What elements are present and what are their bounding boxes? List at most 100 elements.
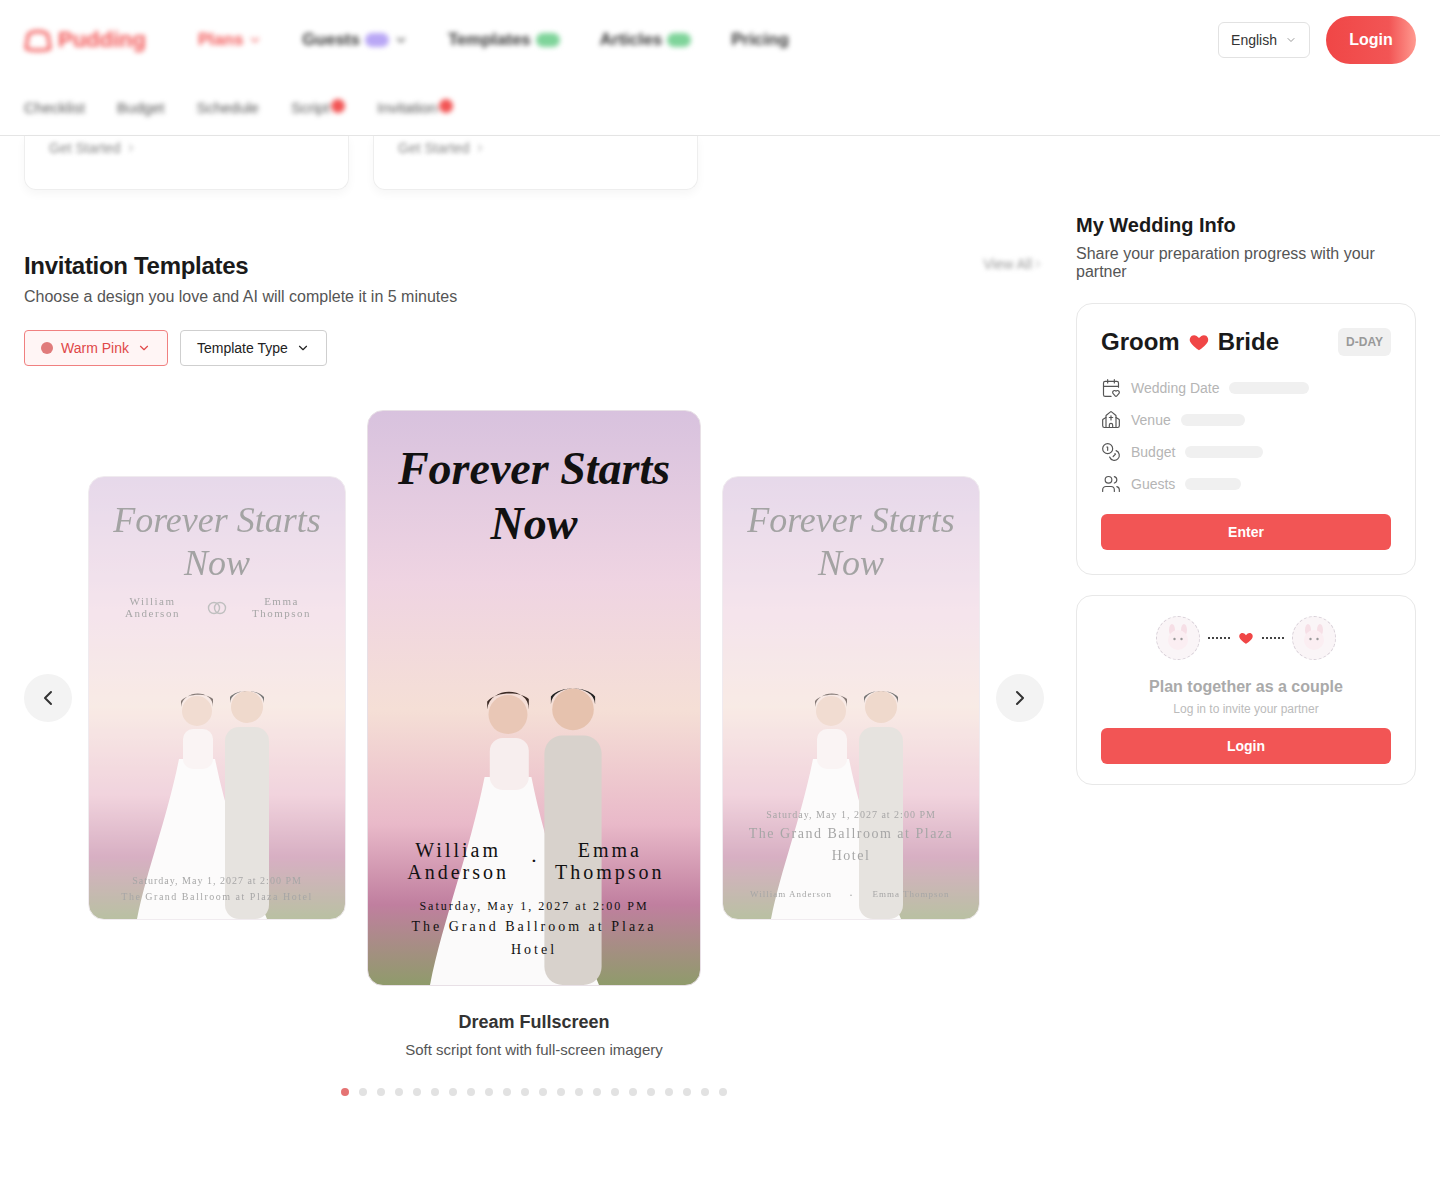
bride-name: Emma Thompson <box>238 595 325 619</box>
carousel-dot[interactable] <box>521 1088 529 1096</box>
chevron-right-icon <box>1008 686 1032 710</box>
couple-photo-figure-icon <box>751 649 951 919</box>
carousel-dot[interactable] <box>395 1088 403 1096</box>
carousel-dot[interactable] <box>683 1088 691 1096</box>
feature-card[interactable]: Get Started <box>373 136 698 190</box>
carousel-dot[interactable] <box>593 1088 601 1096</box>
carousel-dot[interactable] <box>341 1088 349 1096</box>
get-started-link[interactable]: Get Started <box>49 140 324 156</box>
carousel-dot[interactable] <box>575 1088 583 1096</box>
enter-button[interactable]: Enter <box>1101 514 1391 550</box>
template-title: Forever Starts Now <box>109 499 325 585</box>
sub-nav-item[interactable]: Checklist <box>24 99 85 116</box>
login-button[interactable]: Login <box>1326 16 1416 64</box>
chevron-down-icon <box>1285 34 1297 46</box>
carousel-dot[interactable] <box>647 1088 655 1096</box>
get-started-link[interactable]: Get Started <box>398 140 673 156</box>
placeholder-bar <box>1185 478 1241 490</box>
logo[interactable]: Pudding <box>24 27 146 53</box>
panel-subtitle: Share your preparation progress with you… <box>1076 245 1416 281</box>
event-date: Saturday, May 1, 2027 at 2:00 PM <box>132 873 302 889</box>
chevron-down-icon <box>394 33 408 47</box>
info-row: Venue <box>1101 410 1391 430</box>
nav-badge <box>667 33 691 47</box>
prev-button[interactable] <box>24 674 72 722</box>
invitation-section: Invitation TemplatesChoose a design you … <box>24 214 1044 1096</box>
nav-item[interactable]: Pricing <box>731 30 789 50</box>
view-all-link[interactable]: View All <box>983 256 1044 272</box>
nav-item[interactable]: Plans <box>198 30 262 50</box>
d-day-badge: D-DAY <box>1338 328 1391 356</box>
template-card[interactable]: Forever Starts NowSaturday, May 1, 2027 … <box>722 476 980 920</box>
carousel-dot[interactable] <box>431 1088 439 1096</box>
template-card[interactable]: Forever Starts Now William AndersonEmma T… <box>88 476 346 920</box>
sub-nav-item[interactable]: Schedule <box>196 99 259 116</box>
page: Pudding Plans Guests Templates Articles Prici… <box>0 0 1440 1200</box>
info-row: Budget <box>1101 442 1391 462</box>
template-carousel: Forever Starts NowWilliam AndersonEmma T… <box>24 410 1044 986</box>
new-dot <box>439 99 453 113</box>
carousel-dot[interactable] <box>503 1088 511 1096</box>
nav-item[interactable]: Articles <box>600 30 691 50</box>
new-dot <box>331 99 345 113</box>
wedding-info-card: GroomBrideD-DAYWedding DateVenueBudgetGu… <box>1076 303 1416 575</box>
chevron-right-icon <box>1032 258 1044 270</box>
couple-card: Plan together as a coupleLog in to invit… <box>1076 595 1416 785</box>
event-venue: The Grand Ballroom at Plaza Hotel <box>743 823 959 868</box>
couple-names: William Anderson·Emma Thompson <box>396 839 672 883</box>
panel-title: My Wedding Info <box>1076 214 1416 237</box>
info-row-icon <box>1101 474 1121 494</box>
carousel-dot[interactable] <box>539 1088 547 1096</box>
info-row: Wedding Date <box>1101 378 1391 398</box>
info-row: Guests <box>1101 474 1391 494</box>
couple-names: William AndersonEmma Thompson <box>109 595 325 619</box>
header: Pudding Plans Guests Templates Articles Prici… <box>0 0 1440 136</box>
carousel-dot[interactable] <box>485 1088 493 1096</box>
sub-nav-item[interactable]: Budget <box>117 99 165 116</box>
bride-avatar <box>1292 616 1336 660</box>
filter-dropdown[interactable]: Template Type <box>180 330 327 366</box>
filter-dropdown[interactable]: Warm Pink <box>24 330 168 366</box>
carousel-dot[interactable] <box>701 1088 709 1096</box>
info-row-icon <box>1101 378 1121 398</box>
chevron-down-icon <box>248 33 262 47</box>
carousel-dot[interactable] <box>449 1088 457 1096</box>
carousel-dot[interactable] <box>359 1088 367 1096</box>
bunny-face-icon <box>1299 623 1329 653</box>
carousel-dot[interactable] <box>413 1088 421 1096</box>
chevron-right-icon <box>474 142 486 154</box>
carousel-dot[interactable] <box>665 1088 673 1096</box>
info-row-icon <box>1101 442 1121 462</box>
groom-name: William Anderson <box>743 890 839 900</box>
couple-card-title: Plan together as a couple <box>1149 678 1343 696</box>
name-separator: · <box>530 843 537 878</box>
name-separator: · <box>849 886 853 905</box>
chevron-down-icon <box>296 341 310 355</box>
chevron-down-icon <box>137 341 151 355</box>
sub-nav-item[interactable]: Script <box>291 99 345 116</box>
feature-cards: Get Started Get Started <box>0 136 1440 190</box>
carousel-dot[interactable] <box>629 1088 637 1096</box>
carousel-dot[interactable] <box>719 1088 727 1096</box>
carousel-dot[interactable] <box>377 1088 385 1096</box>
filters: Warm Pink Template Type <box>24 330 1044 366</box>
event-venue: The Grand Ballroom at Plaza Hotel <box>396 916 672 961</box>
nav-badge <box>365 33 389 47</box>
heart-icon <box>1188 331 1210 353</box>
next-button[interactable] <box>996 674 1044 722</box>
template-card[interactable]: Forever Starts NowWilliam Anderson·Emma … <box>367 410 701 986</box>
bunny-face-icon <box>1163 623 1193 653</box>
top-nav: Pudding Plans Guests Templates Articles Prici… <box>24 0 1416 80</box>
language-select[interactable]: English <box>1218 22 1310 58</box>
carousel-dots <box>24 1088 1044 1096</box>
carousel-dot[interactable] <box>557 1088 565 1096</box>
sub-nav-item[interactable]: Invitation <box>377 99 453 116</box>
carousel-dot[interactable] <box>467 1088 475 1096</box>
nav-item[interactable]: Guests <box>302 30 408 50</box>
template-title: Forever Starts Now <box>743 499 959 585</box>
nav-item[interactable]: Templates <box>448 30 560 50</box>
feature-card[interactable]: Get Started <box>24 136 349 190</box>
carousel-dot[interactable] <box>611 1088 619 1096</box>
bride-name: Emma Thompson <box>863 890 959 900</box>
couple-login-button[interactable]: Login <box>1101 728 1391 764</box>
